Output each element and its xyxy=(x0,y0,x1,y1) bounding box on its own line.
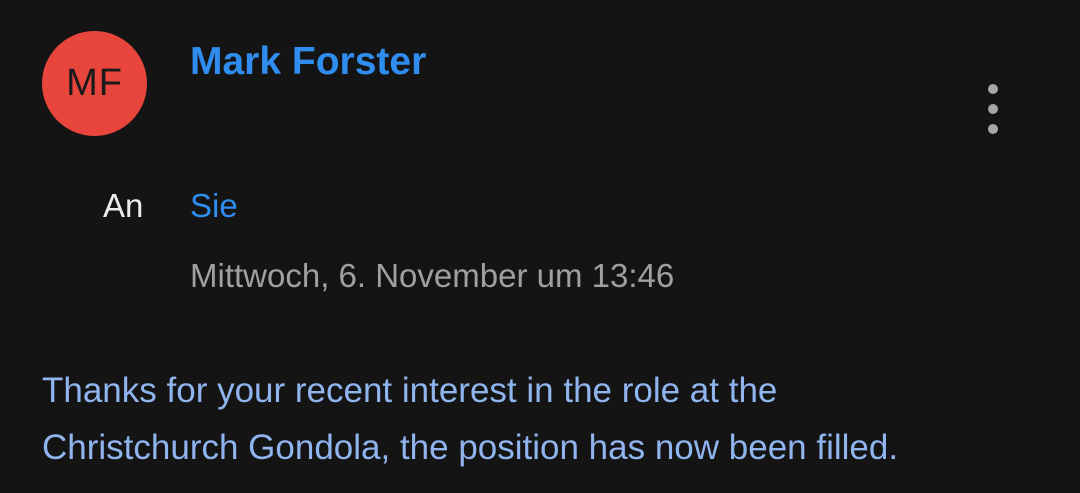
more-options-button[interactable] xyxy=(976,84,1010,134)
avatar-initials: MF xyxy=(66,62,123,104)
more-vertical-icon xyxy=(988,84,998,134)
message-date: Mittwoch, 6. November um 13:46 xyxy=(190,257,675,294)
sender-avatar[interactable]: MF xyxy=(42,31,147,136)
message-body-line: Christchurch Gondola, the position has n… xyxy=(42,428,899,467)
recipient-label: An xyxy=(103,187,144,224)
recipient-value[interactable]: Sie xyxy=(190,187,238,225)
sender-name[interactable]: Mark Forster xyxy=(190,40,426,84)
message-body-line: Thanks for your recent interest in the r… xyxy=(42,371,778,410)
message-body: Thanks for your recent interest in the r… xyxy=(42,362,1042,476)
